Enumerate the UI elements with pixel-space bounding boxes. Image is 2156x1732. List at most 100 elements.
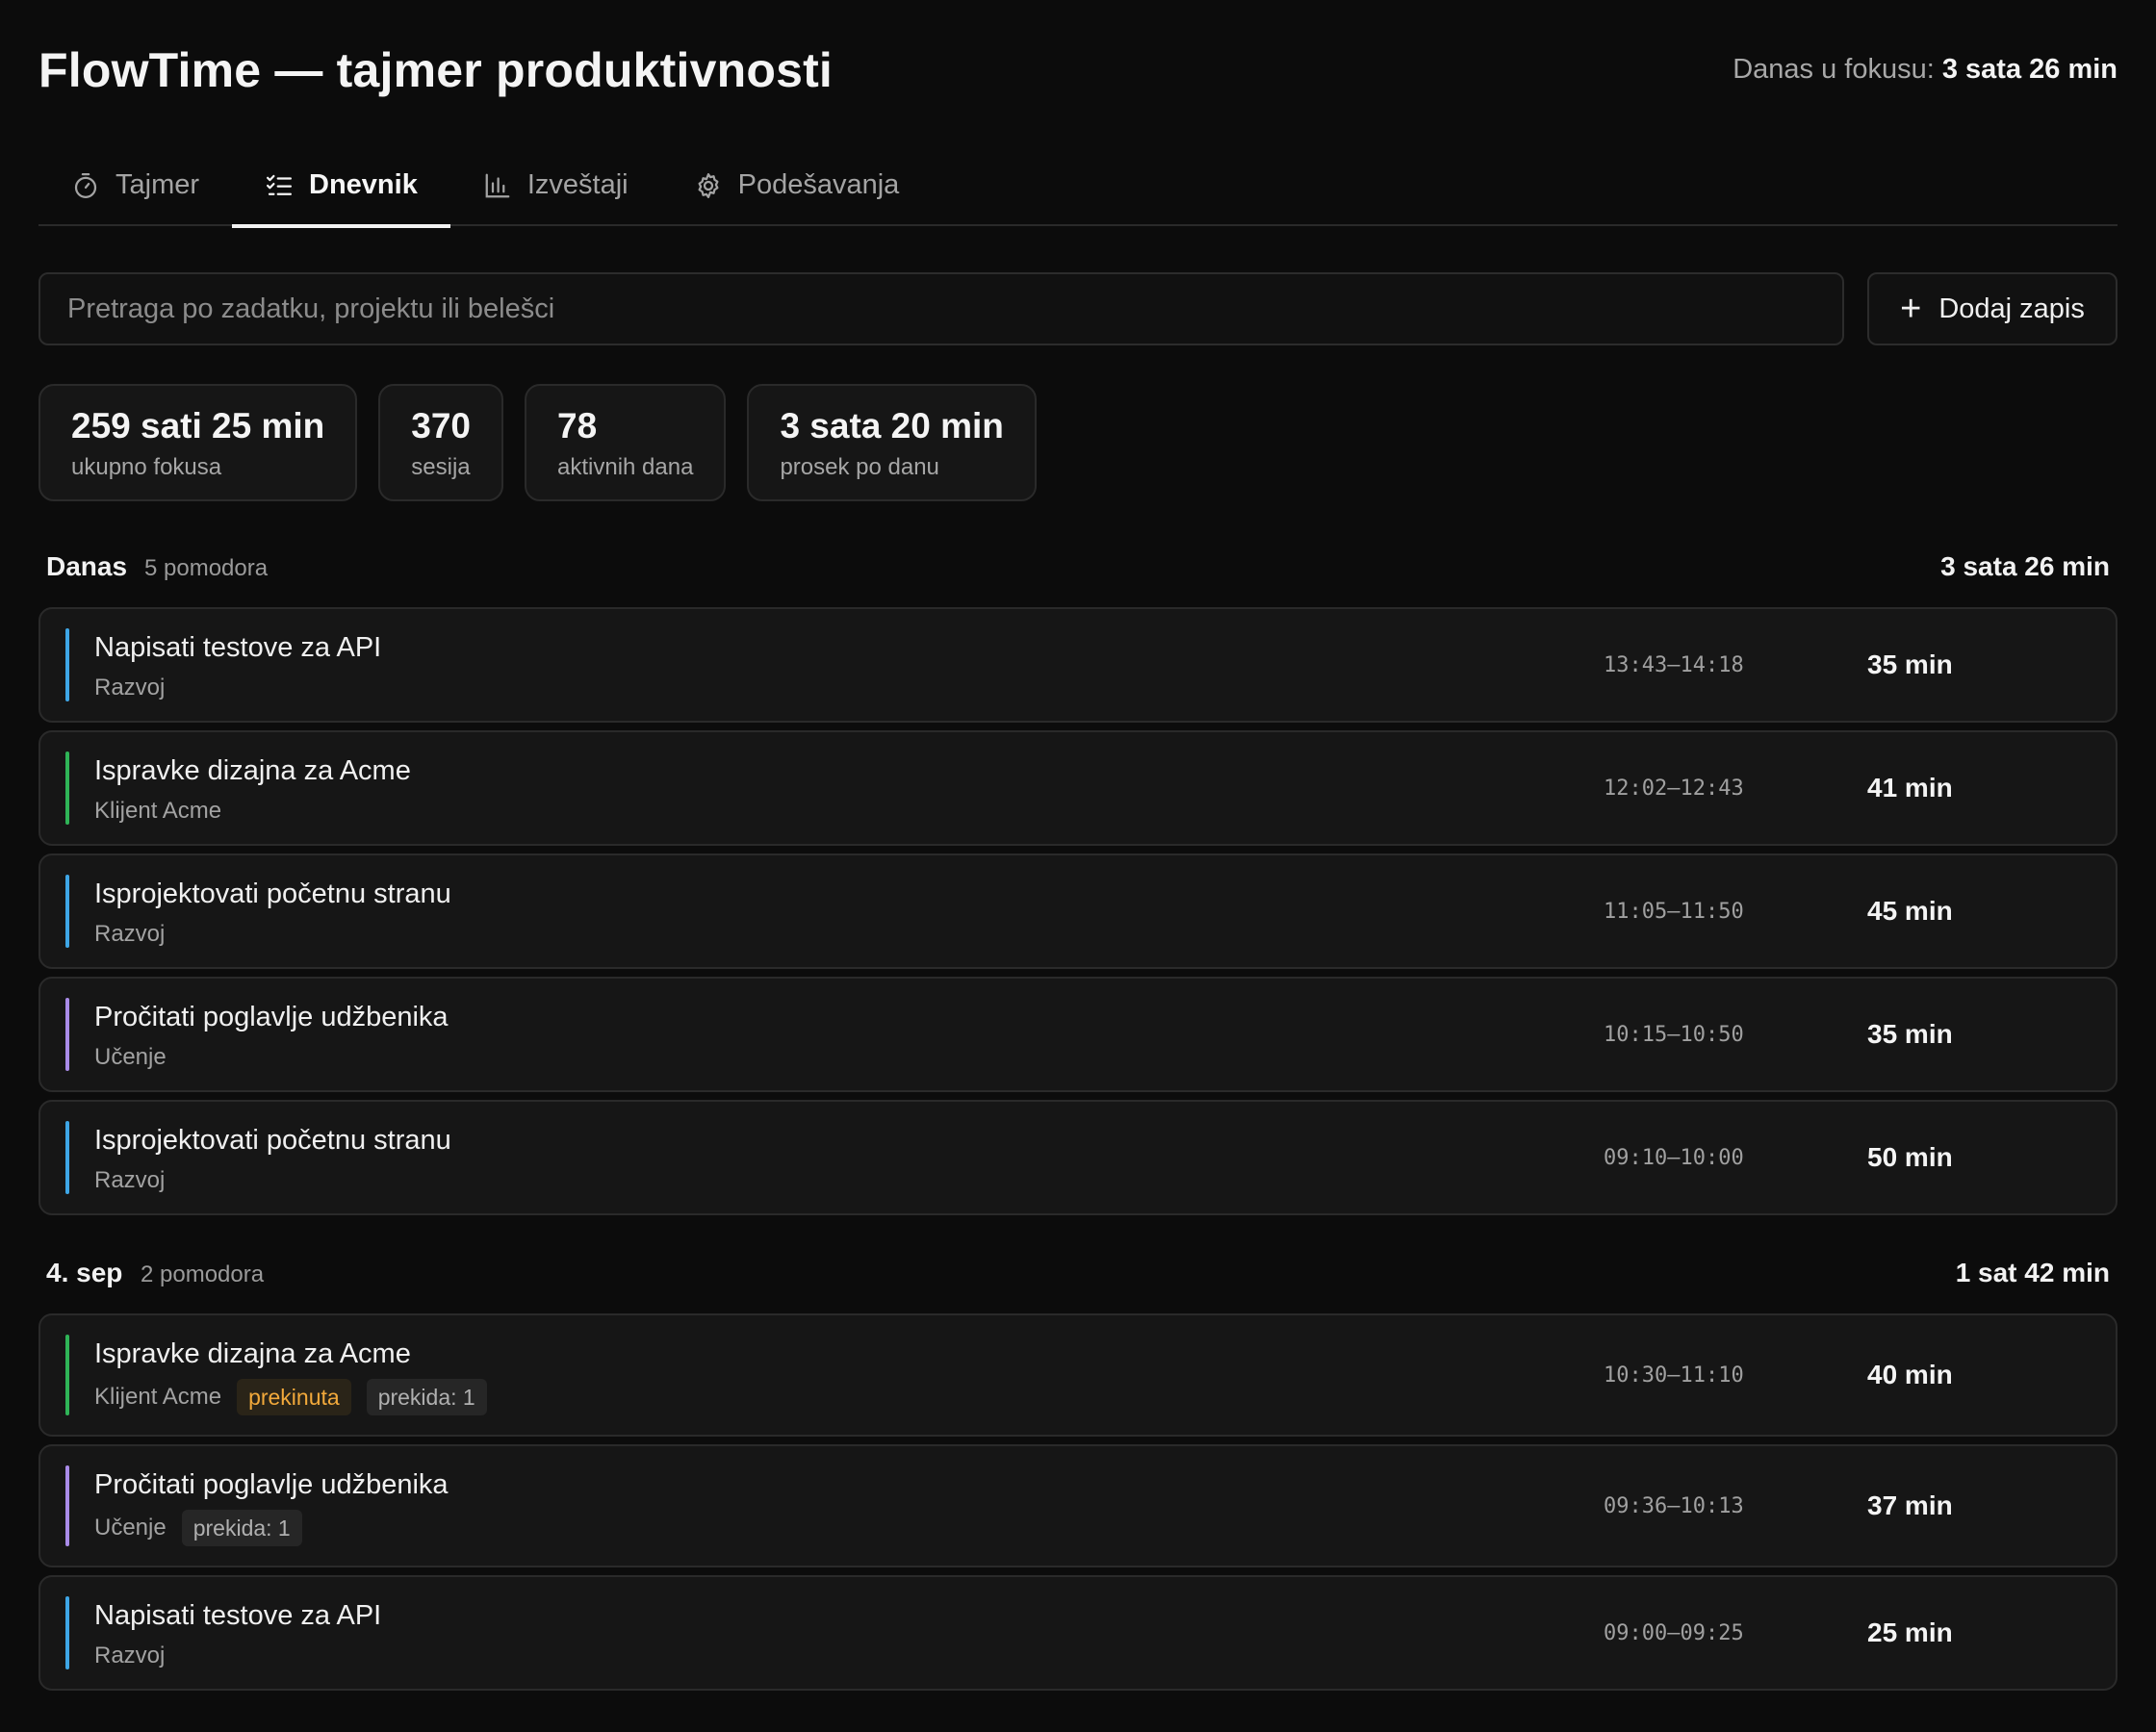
group-total: 1 sat 42 min [1955,1258,2110,1287]
tab-label: Podešavanja [737,169,900,200]
entry-project: Razvoj [94,921,166,947]
tab-podesavanja[interactable]: Podešavanja [661,144,933,226]
log-entry[interactable]: Isprojektovati početnu stranu Razvoj 11:… [38,853,2118,969]
entry-project: Klijent Acme [94,798,222,824]
group-count: 2 pomodora [141,1261,265,1287]
entry-duration: 40 min [1867,1360,1953,1389]
entry-meta: Klijent Acme prekinuta prekida: 1 [94,1379,487,1415]
add-entry-button[interactable]: + Dodaj zapis [1867,272,2118,345]
entry-project: Razvoj [94,1167,166,1193]
tab-tajmer[interactable]: Tajmer [38,144,232,226]
entry-duration: 45 min [1867,896,1953,926]
focus-today-value: 3 sata 26 min [1941,54,2118,85]
stats-row: 259 sati 25 min ukupno fokusa 370 sesija… [38,384,2118,501]
stat-value: 259 sati 25 min [71,406,325,446]
log-entry[interactable]: Ispravke dizajna za Acme Klijent Acme 12… [38,730,2118,846]
project-color-bar [65,1596,69,1669]
entry-project: Učenje [94,1515,167,1541]
breaks-badge: prekida: 1 [366,1379,487,1415]
tab-bar: Tajmer Dnevnik Izveštaji Podešavanja [38,144,2118,228]
add-entry-label: Dodaj zapis [1938,293,2085,324]
entry-task: Isprojektovati početnu stranu [94,879,451,909]
gear-icon [698,172,719,198]
stat-value: 78 [557,406,598,446]
stat-total-focus: 259 sati 25 min ukupno fokusa [38,384,358,501]
log-entry[interactable]: Pročitati poglavlje udžbenika Učenje 10:… [38,977,2118,1092]
entry-task: Napisati testove za API [94,632,382,663]
entry-meta: Učenje prekida: 1 [94,1510,302,1546]
log-group-today: Danas 5 pomodora 3 sata 26 min Napisati … [38,551,2118,1215]
search-input[interactable] [38,272,1844,345]
group-total: 3 sata 26 min [1940,551,2110,581]
entry-meta: Razvoj [94,675,165,701]
stat-sessions: 370 sesija [378,384,503,501]
entry-time: 09:00–09:25 [1604,1620,1744,1645]
entry-task: Napisati testove za API [94,1600,382,1631]
entry-task: Ispravke dizajna za Acme [94,1338,411,1369]
log-entry[interactable]: Ispravke dizajna za Acme Klijent Acme pr… [38,1313,2118,1437]
entry-time: 09:10–10:00 [1604,1145,1744,1170]
entry-duration: 35 min [1867,1019,1953,1049]
bar-chart-icon [485,173,510,197]
log-group-sep-4: 4. sep 2 pomodora 1 sat 42 min Ispravke … [38,1258,2118,1691]
stopwatch-icon [74,172,97,198]
tab-dnevnik[interactable]: Dnevnik [232,144,450,228]
group-day: Danas [46,551,128,581]
group-day: 4. sep [46,1258,123,1287]
stat-label: aktivnih dana [557,453,694,480]
group-count: 5 pomodora [144,555,269,581]
tab-izvestaji[interactable]: Izveštaji [450,144,661,226]
project-color-bar [65,1465,69,1546]
stat-daily-average: 3 sata 20 min prosek po danu [747,384,1037,501]
checklist-icon [267,174,293,195]
page-title: FlowTime — tajmer produktivnosti [38,43,834,97]
app-root: FlowTime — tajmer produktivnosti Danas u… [38,0,2118,1698]
entry-duration: 50 min [1867,1142,1953,1172]
entry-time: 12:02–12:43 [1604,776,1744,801]
entry-task: Isprojektovati početnu stranu [94,1125,451,1156]
entry-task: Pročitati poglavlje udžbenika [94,1002,449,1032]
log-entry[interactable]: Pročitati poglavlje udžbenika Učenje pre… [38,1444,2118,1567]
entry-meta: Klijent Acme [94,798,221,825]
entry-duration: 35 min [1867,650,1953,679]
tab-label: Tajmer [116,169,200,200]
entry-task: Pročitati poglavlje udžbenika [94,1469,449,1500]
project-color-bar [65,1121,69,1194]
stat-value: 3 sata 20 min [780,406,1004,446]
project-color-bar [65,628,69,701]
stat-label: sesija [411,453,471,480]
plus-icon: + [1900,289,1922,329]
tab-label: Dnevnik [309,169,418,200]
focus-today-label: Danas u fokusu: [1732,54,1935,85]
project-color-bar [65,875,69,948]
entry-meta: Učenje [94,1044,167,1071]
log-entry[interactable]: Napisati testove za API Razvoj 13:43–14:… [38,607,2118,723]
entry-time: 10:30–11:10 [1604,1363,1744,1388]
entry-time: 09:36–10:13 [1604,1493,1744,1518]
entry-task: Ispravke dizajna za Acme [94,755,411,786]
group-header: Danas 5 pomodora 3 sata 26 min [38,551,2118,590]
entry-time: 13:43–14:18 [1604,652,1744,677]
entry-project: Učenje [94,1044,167,1070]
entry-project: Razvoj [94,1643,166,1668]
entry-time: 11:05–11:50 [1604,899,1744,924]
project-color-bar [65,751,69,825]
breaks-badge: prekida: 1 [181,1510,302,1546]
project-color-bar [65,998,69,1071]
tab-label: Izveštaji [526,169,629,200]
focus-today: Danas u fokusu: 3 sata 26 min [1732,54,2118,86]
entry-project: Razvoj [94,675,166,700]
entry-meta: Razvoj [94,1167,165,1194]
entry-meta: Razvoj [94,1643,165,1669]
entry-duration: 25 min [1867,1617,1953,1647]
entry-time: 10:15–10:50 [1604,1022,1744,1047]
group-header: 4. sep 2 pomodora 1 sat 42 min [38,1258,2118,1296]
log-entry[interactable]: Isprojektovati početnu stranu Razvoj 09:… [38,1100,2118,1215]
log-entry[interactable]: Napisati testove za API Razvoj 09:00–09:… [38,1575,2118,1691]
stat-label: ukupno fokusa [71,453,222,480]
stat-label: prosek po danu [780,453,939,480]
entry-duration: 41 min [1867,773,1953,802]
header: FlowTime — tajmer produktivnosti Danas u… [38,0,2118,144]
status-badge-interrupted: prekinuta [237,1379,351,1415]
stat-value: 370 [411,406,471,446]
